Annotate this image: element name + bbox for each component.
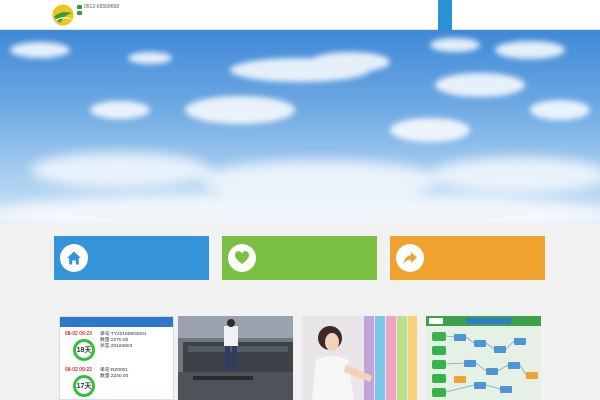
feature-box-2[interactable]	[222, 236, 377, 280]
case-gallery: 08-02 09:23 18天 单号:TY20160803001 数量:2270…	[54, 316, 545, 400]
case-photo-workshop[interactable]	[178, 316, 293, 400]
days-ring: 17天	[73, 375, 95, 397]
nav-item-2[interactable]	[452, 0, 466, 30]
order-quantity: 数量:2240.00	[100, 374, 129, 379]
phone-number: 0512-65559658	[84, 4, 120, 10]
main-nav	[438, 0, 536, 30]
feature-icon-circle	[228, 244, 256, 272]
feature-icon-circle	[396, 244, 424, 272]
order-status: 状态:20160803	[100, 344, 133, 349]
logo-mark-icon	[52, 4, 74, 26]
nav-item-7[interactable]	[522, 0, 536, 30]
share-arrow-icon	[403, 252, 417, 264]
feature-box-3[interactable]	[390, 236, 545, 280]
hero-banner	[0, 30, 600, 223]
feature-boxes	[54, 236, 545, 280]
nav-item-5[interactable]	[494, 0, 508, 30]
case-card-order-tracking[interactable]: 08-02 09:23 18天 单号:TY20160803001 数量:2270…	[59, 316, 174, 400]
order-card-header	[60, 317, 173, 327]
nav-item-3[interactable]	[466, 0, 480, 30]
phone-icon	[77, 4, 82, 9]
mobile-icon	[77, 11, 82, 16]
workshop-photo-image	[178, 316, 293, 400]
company-phone: 0512-65559658	[77, 4, 119, 11]
fabric-photo-image	[302, 316, 417, 400]
company-mobile	[77, 11, 119, 18]
home-icon	[67, 251, 81, 265]
nav-item-6[interactable]	[508, 0, 522, 30]
sky-clouds-image	[0, 38, 600, 223]
feature-icon-circle	[60, 244, 88, 272]
case-photo-fabric[interactable]	[302, 316, 417, 400]
days-ring: 18天	[73, 339, 95, 361]
software-ui-image	[426, 316, 541, 400]
nav-item-home[interactable]	[438, 0, 452, 30]
feature-box-1[interactable]	[54, 236, 209, 280]
order-info: 单号:TY20160803001 数量:2270.00 状态:20160803	[100, 332, 146, 350]
nav-item-4[interactable]	[480, 0, 494, 30]
site-header: 0512-65559658	[0, 0, 600, 30]
logo-text: 0512-65559658	[77, 4, 119, 17]
case-screenshot-software[interactable]	[426, 316, 541, 400]
site-logo[interactable]: 0512-65559658	[52, 3, 132, 27]
order-info: 单号:RZ0001 数量:2240.00	[100, 368, 128, 380]
order-row: 08-02 09:22 17天 单号:RZ0001 数量:2240.00	[64, 367, 173, 399]
order-date: 08-02 09:23	[65, 331, 92, 337]
order-date: 08-02 09:22	[65, 367, 92, 373]
heart-icon	[234, 251, 250, 264]
order-row: 08-02 09:23 18天 单号:TY20160803001 数量:2270…	[64, 331, 173, 365]
